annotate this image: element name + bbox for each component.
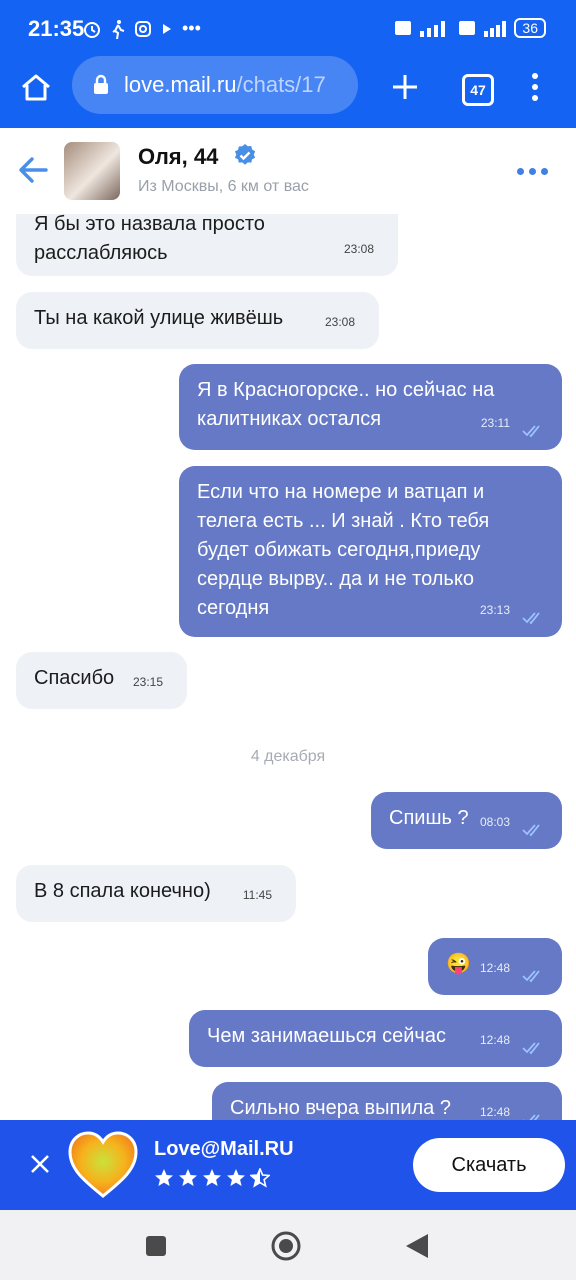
message-text: Если что на номере и ватцап и телега ест… xyxy=(197,481,490,619)
close-icon[interactable] xyxy=(28,1152,52,1176)
message-text: 😜 xyxy=(446,953,471,975)
message-time: 11:45 xyxy=(242,888,272,902)
read-ticks-icon xyxy=(522,425,540,438)
message-text: Спасибо xyxy=(34,667,115,689)
date-separator: 4 декабря xyxy=(250,748,326,765)
browser-toolbar: love.mail.ru/chats/17 47 xyxy=(0,56,576,128)
message-time: 23:11 xyxy=(480,416,510,430)
message-time: 12:48 xyxy=(479,1033,510,1047)
verified-icon xyxy=(234,144,256,165)
message-text: Я в Красногорске.. но сейчас на калитник… xyxy=(197,379,495,430)
read-ticks-icon xyxy=(523,1114,540,1120)
url-path: /chats/17 xyxy=(236,72,326,97)
back-nav-icon[interactable] xyxy=(404,1232,430,1260)
message-outgoing[interactable]: Если что на номере и ватцап и телега ест… xyxy=(179,466,562,637)
lock-icon xyxy=(94,74,108,94)
app-rating xyxy=(154,1168,270,1188)
read-ticks-icon xyxy=(522,612,540,625)
url-text: love.mail.ru/chats/17 xyxy=(124,72,326,98)
status-time: 21:35 xyxy=(28,16,85,41)
status-bar: 21:35 ••• 36 xyxy=(0,0,576,60)
contact-name[interactable]: Оля, 44 xyxy=(138,144,218,170)
message-outgoing[interactable]: Спишь ? 08:03 xyxy=(371,792,562,849)
message-text: Ты на какой улице живёшь xyxy=(34,307,284,329)
message-outgoing[interactable]: Сильно вчера выпила ? 12:48 xyxy=(212,1082,562,1120)
battery-indicator: 36 xyxy=(514,18,546,38)
message-time: 08:03 xyxy=(479,815,510,829)
plus-icon[interactable] xyxy=(390,72,420,102)
message-outgoing[interactable]: Я в Красногорске.. но сейчас на калитник… xyxy=(179,364,562,450)
signal-4g-icon xyxy=(420,21,446,37)
message-text: Спишь ? xyxy=(389,807,469,829)
heart-logo xyxy=(68,1131,138,1198)
url-host: love.mail.ru xyxy=(124,72,237,97)
read-ticks-icon xyxy=(522,970,540,983)
status-right-icons: 36 xyxy=(394,18,546,38)
instagram-icon xyxy=(135,20,151,37)
message-incoming[interactable]: Спасибо 23:15 xyxy=(16,652,187,709)
recents-icon[interactable] xyxy=(144,1234,168,1258)
signal-icon xyxy=(484,21,507,37)
star-icon xyxy=(227,1169,245,1186)
volte-icon-2 xyxy=(459,21,476,35)
chat-messages[interactable]: Я бы это назвала просто расслабляюсь 23:… xyxy=(0,214,576,1120)
message-incoming[interactable]: Ты на какой улице живёшь 23:08 xyxy=(16,292,379,349)
walking-icon xyxy=(112,19,125,39)
message-text: Я бы это назвала просто расслабляюсь xyxy=(34,214,265,264)
more-dots-icon[interactable] xyxy=(517,168,548,175)
message-time: 12:48 xyxy=(479,1105,510,1119)
message-time: 23:13 xyxy=(479,603,510,617)
app-install-banner: Love@Mail.RU Скачать xyxy=(0,1120,576,1210)
star-icon xyxy=(203,1169,221,1186)
download-button[interactable]: Скачать xyxy=(413,1138,565,1192)
avatar[interactable] xyxy=(64,142,120,200)
message-time: 23:15 xyxy=(132,675,163,689)
message-outgoing[interactable]: 😜 12:48 xyxy=(428,938,562,995)
tabs-icon[interactable]: 47 xyxy=(462,74,494,106)
message-outgoing[interactable]: Чем занимаешься сейчас 12:48 xyxy=(189,1010,562,1067)
home-nav-icon[interactable] xyxy=(270,1230,302,1262)
star-icon xyxy=(179,1169,197,1186)
app-name: Love@Mail.RU xyxy=(154,1138,294,1160)
message-text: В 8 спала конечно) xyxy=(34,880,211,902)
volte-icon xyxy=(395,21,412,35)
message-time: 23:08 xyxy=(343,242,374,256)
address-bar[interactable]: love.mail.ru/chats/17 xyxy=(72,56,358,114)
message-time: 23:08 xyxy=(324,315,355,329)
play-icon xyxy=(163,23,171,34)
contact-location: Из Москвы, 6 км от вас xyxy=(138,178,309,195)
home-icon[interactable] xyxy=(18,70,54,106)
read-ticks-icon xyxy=(522,1042,540,1055)
chat-header: Оля, 44 Из Москвы, 6 км от вас xyxy=(0,128,576,215)
message-text: Чем занимаешься сейчас xyxy=(207,1025,446,1047)
message-incoming[interactable]: Я бы это назвала просто расслабляюсь 23:… xyxy=(16,214,398,276)
message-incoming[interactable]: В 8 спала конечно) 11:45 xyxy=(16,865,296,922)
more-notifications-icon: ••• xyxy=(182,18,201,38)
star-icon xyxy=(155,1169,173,1186)
message-text: Сильно вчера выпила ? xyxy=(230,1097,451,1119)
system-nav-bar xyxy=(0,1210,576,1280)
half-star-icon xyxy=(250,1168,270,1188)
message-time: 12:48 xyxy=(479,961,510,975)
menu-dots-icon[interactable] xyxy=(526,70,544,104)
read-ticks-icon xyxy=(522,824,540,837)
status-left-icons: ••• xyxy=(82,18,201,39)
alarm-icon xyxy=(84,21,100,38)
back-arrow-icon[interactable] xyxy=(16,154,50,186)
